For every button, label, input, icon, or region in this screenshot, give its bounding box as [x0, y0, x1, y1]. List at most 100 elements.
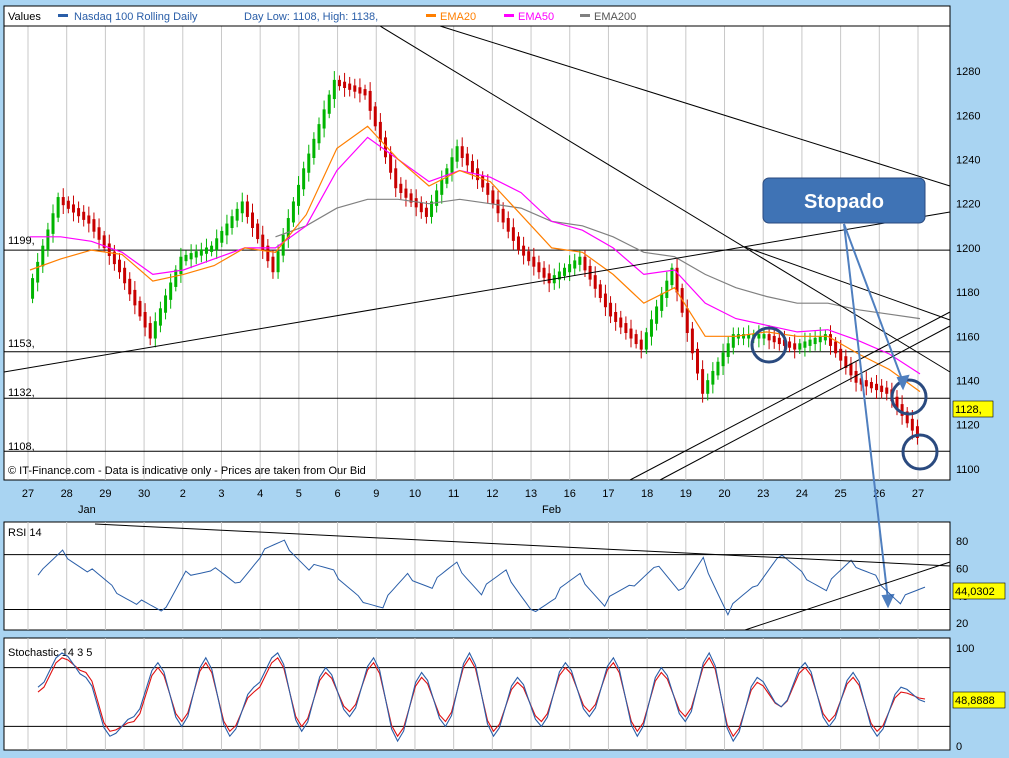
candle-body — [823, 334, 827, 341]
candle-body — [788, 341, 792, 348]
month-label-feb: Feb — [542, 504, 561, 516]
ema50-swatch — [504, 14, 514, 17]
x-tick-label: 30 — [138, 488, 150, 500]
stoch-y-tick: 0 — [956, 741, 962, 753]
candle-body — [343, 81, 347, 88]
candle-body — [516, 236, 520, 251]
price-y-tick: 1160 — [956, 331, 980, 343]
candle-body — [240, 201, 244, 214]
candle-body — [123, 267, 127, 284]
candle-body — [880, 385, 884, 392]
candle-body — [798, 343, 802, 350]
candle-body — [583, 256, 587, 271]
series-label: Nasdaq 100 Rolling Daily — [74, 11, 198, 23]
x-axis: 27 28 29 30 2 3 4 5 6 9 10 11 12 13 16 17 18 19 20 23 24 25 26… — [22, 488, 924, 500]
candle-body — [404, 188, 408, 198]
x-tick-label: 4 — [257, 488, 263, 500]
candle-body — [603, 293, 607, 308]
candle-body — [568, 264, 572, 273]
x-tick-label: 16 — [564, 488, 576, 500]
candle-body — [875, 383, 879, 391]
candle-body — [660, 293, 664, 311]
candle-body — [542, 267, 546, 278]
rsi-y-tick: 20 — [956, 618, 968, 630]
candle-body — [435, 190, 439, 206]
candle-body — [302, 168, 306, 190]
day-range-label: Day Low: 1108, High: 1138, — [244, 11, 378, 23]
candle-body — [491, 190, 495, 205]
x-tick-label: 18 — [641, 488, 653, 500]
rsi-last-value-text: 44,0302 — [955, 586, 995, 598]
candle-body — [133, 289, 137, 306]
price-y-tick: 1180 — [956, 287, 980, 299]
candle-body — [204, 247, 208, 254]
candle-body — [563, 267, 567, 276]
candle-body — [61, 197, 65, 206]
candle-body — [358, 87, 362, 94]
x-tick-label: 3 — [218, 488, 224, 500]
candle-body — [598, 284, 602, 298]
rsi-title: RSI 14 — [8, 527, 42, 539]
candle-body — [593, 275, 597, 289]
candle-body — [547, 273, 551, 284]
candle-body — [220, 230, 224, 243]
candle-body — [184, 254, 188, 262]
stochastic-title: Stochastic 14 3 5 — [8, 647, 92, 659]
x-tick-label: 9 — [373, 488, 379, 500]
candle-body — [772, 335, 776, 343]
candle-body — [230, 216, 234, 228]
x-tick-label: 19 — [680, 488, 692, 500]
rsi-y-tick: 60 — [956, 563, 968, 575]
x-tick-label: 27 — [912, 488, 924, 500]
ema200-swatch — [580, 14, 590, 17]
candle-body — [169, 282, 173, 300]
x-tick-label: 5 — [296, 488, 302, 500]
x-tick-label: 13 — [525, 488, 537, 500]
candle-body — [399, 183, 403, 193]
candle-body — [578, 256, 582, 265]
candle-body — [276, 251, 280, 273]
rsi-y-tick: 80 — [956, 536, 968, 548]
x-tick-label: 11 — [448, 488, 459, 500]
candle-body — [373, 106, 377, 127]
ema200-label: EMA200 — [594, 11, 636, 23]
candle-body — [271, 256, 275, 273]
candle-body — [46, 229, 50, 251]
candle-body — [317, 124, 321, 144]
candle-body — [235, 208, 239, 221]
candle-body — [757, 334, 761, 339]
x-tick-label: 29 — [99, 488, 111, 500]
candle-body — [348, 83, 352, 90]
candle-body — [696, 348, 699, 374]
candle-body — [649, 319, 653, 337]
candle-body — [721, 352, 725, 367]
candle-body — [629, 328, 633, 339]
values-label: Values — [8, 11, 41, 23]
candle-body — [440, 179, 444, 195]
candle-body — [573, 260, 577, 269]
x-tick-label: 23 — [757, 488, 769, 500]
stopado-callout: Stopado — [762, 177, 926, 224]
level-1199-label: 1199, — [8, 235, 35, 247]
candle-body — [179, 256, 183, 275]
candle-body — [51, 213, 55, 234]
candle-body — [614, 312, 618, 322]
candle-body — [496, 199, 500, 214]
candle-body — [532, 256, 536, 267]
rsi-panel — [3, 521, 951, 631]
candle-body — [470, 160, 474, 173]
candle-body — [690, 328, 694, 354]
price-last-value-text: 1128, — [955, 404, 982, 416]
candle-body — [92, 219, 96, 232]
candle-body — [777, 337, 781, 345]
candle-body — [174, 269, 178, 287]
candle-body — [501, 208, 505, 223]
level-1108-label: 1108, — [8, 441, 35, 453]
candle-body — [619, 317, 623, 328]
candle-body — [36, 261, 40, 283]
candle-body — [158, 308, 162, 326]
candle-body — [307, 153, 311, 173]
chart-canvas: Values Nasdaq 100 Rolling Daily Day Low:… — [3, 5, 1006, 753]
ema50-label: EMA50 — [518, 11, 554, 23]
candle-body — [291, 201, 295, 223]
